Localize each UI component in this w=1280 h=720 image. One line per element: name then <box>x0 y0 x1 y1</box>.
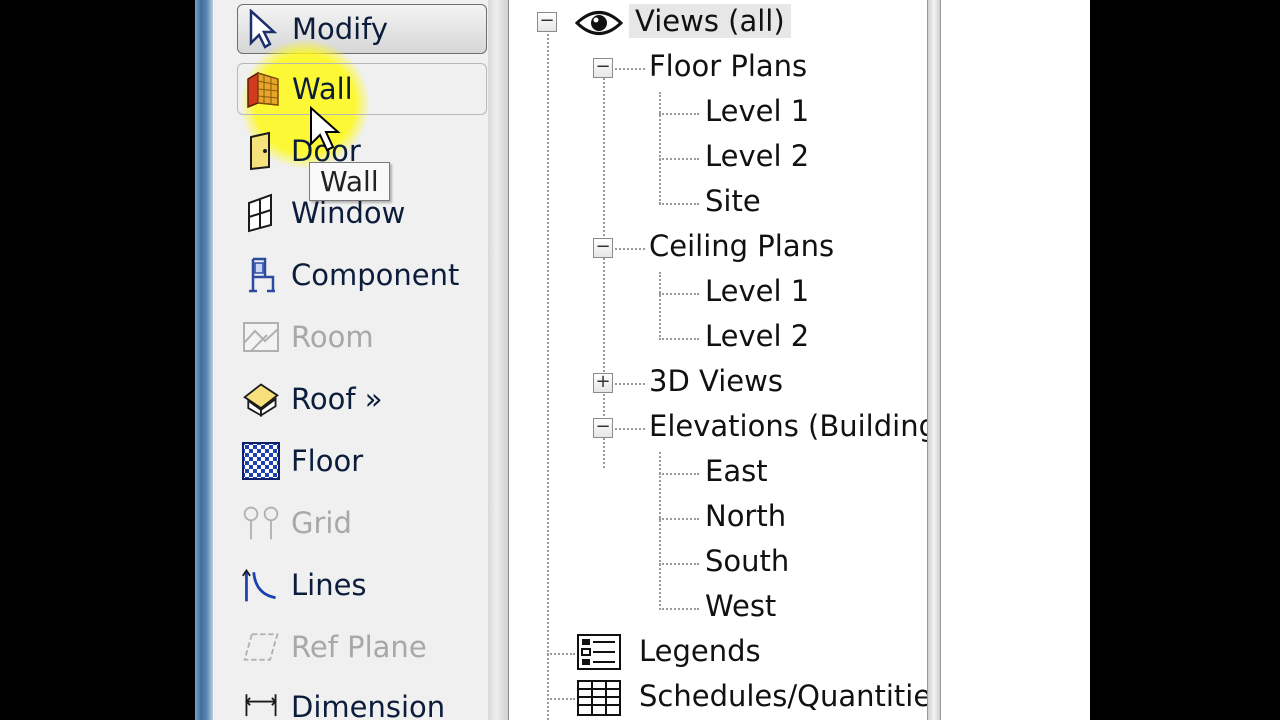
tree-line <box>659 92 661 204</box>
component-icon <box>241 255 281 295</box>
roof-button[interactable]: Roof » <box>241 375 383 423</box>
elevation-east[interactable]: East <box>705 454 768 488</box>
wall-tooltip: Wall <box>309 162 390 201</box>
collapse-toggle[interactable]: − <box>593 58 613 78</box>
window-label: Window <box>291 196 406 230</box>
left-edge-strip <box>195 0 213 720</box>
tree-line <box>547 34 549 720</box>
floor-plan-level-1[interactable]: Level 1 <box>705 94 809 128</box>
floor-icon <box>241 441 281 481</box>
elevation-north[interactable]: North <box>705 499 786 533</box>
project-browser: − Views (all) − Floor Plans Level 1 Leve… <box>509 0 937 720</box>
floor-plan-level-2[interactable]: Level 2 <box>705 139 809 173</box>
wall-button[interactable]: Wall <box>237 63 487 115</box>
collapse-toggle[interactable]: − <box>593 238 613 258</box>
window-icon <box>241 193 281 233</box>
room-label: Room <box>291 320 374 354</box>
grid-label: Grid <box>291 506 352 540</box>
dimension-label: Dimension <box>291 690 446 720</box>
dimension-button[interactable]: Dimension <box>241 683 445 720</box>
elevations-node[interactable]: Elevations (Building <box>649 409 937 443</box>
collapse-toggle[interactable]: − <box>593 418 613 438</box>
revit-window: Modify Wall Door Window Wall Component R… <box>195 0 1090 720</box>
schedules-node[interactable]: Schedules/Quantitie <box>639 679 931 713</box>
legends-node[interactable]: Legends <box>639 634 761 668</box>
mouse-pointer-icon <box>310 106 341 152</box>
room-button[interactable]: Room <box>241 313 374 361</box>
legend-icon <box>577 634 621 670</box>
wall-icon <box>242 69 282 109</box>
schedule-icon <box>577 680 621 716</box>
dimension-icon <box>241 687 281 720</box>
elevation-west[interactable]: West <box>705 589 776 623</box>
grid-icon <box>241 503 281 543</box>
room-icon <box>241 317 281 357</box>
3d-views-node[interactable]: 3D Views <box>649 364 783 398</box>
wall-label: Wall <box>292 72 353 106</box>
component-label: Component <box>291 258 460 292</box>
ref-plane-label: Ref Plane <box>291 630 427 664</box>
tree-line <box>603 78 605 468</box>
ceiling-plan-level-1[interactable]: Level 1 <box>705 274 809 308</box>
lines-icon <box>241 565 281 605</box>
arrow-cursor-icon <box>242 9 282 49</box>
lines-label: Lines <box>291 568 367 602</box>
ceiling-plan-level-2[interactable]: Level 2 <box>705 319 809 353</box>
grid-button[interactable]: Grid <box>241 499 352 547</box>
browser-scrollbar[interactable] <box>927 0 941 720</box>
tree-line <box>659 452 661 610</box>
tree-line <box>659 272 661 340</box>
roof-icon <box>241 379 281 419</box>
eye-icon <box>575 11 623 35</box>
collapse-toggle[interactable]: − <box>537 12 557 32</box>
elevation-south[interactable]: South <box>705 544 789 578</box>
door-icon <box>241 131 281 171</box>
floor-label: Floor <box>291 444 364 478</box>
ceiling-plans-node[interactable]: Ceiling Plans <box>649 229 834 263</box>
floor-plan-site[interactable]: Site <box>705 184 761 218</box>
lines-button[interactable]: Lines <box>241 561 367 609</box>
floor-button[interactable]: Floor <box>241 437 363 485</box>
ref-plane-button[interactable]: Ref Plane <box>241 623 427 671</box>
expand-toggle[interactable]: + <box>593 373 613 393</box>
design-toolbar: Modify Wall Door Window Wall Component R… <box>213 0 488 720</box>
ref-plane-icon <box>241 627 281 667</box>
component-button[interactable]: Component <box>241 251 459 299</box>
roof-label: Roof » <box>291 382 383 416</box>
views-all-node[interactable]: Views (all) <box>629 4 791 38</box>
toolbar-scrollbar[interactable] <box>488 0 509 720</box>
floor-plans-node[interactable]: Floor Plans <box>649 49 807 83</box>
